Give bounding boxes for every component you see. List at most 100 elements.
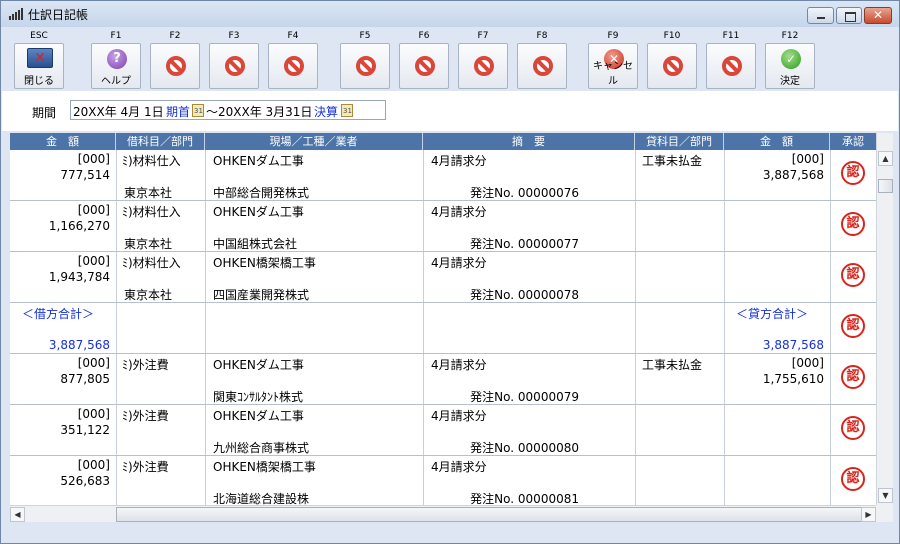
- disabled-icon: [225, 56, 245, 76]
- approval-stamp[interactable]: 認: [841, 314, 865, 338]
- order-number: 発注No. 00000080: [470, 441, 579, 455]
- fkey-label: F10: [663, 31, 681, 41]
- calendar-icon[interactable]: [192, 104, 204, 117]
- vendor-name: 中国組株式会社: [213, 237, 298, 251]
- debit-code: [000]: [77, 254, 110, 268]
- site-name: OHKENダム工事: [213, 409, 304, 423]
- approval-stamp[interactable]: 認: [841, 416, 865, 440]
- credit-code: [000]: [791, 152, 824, 166]
- vendor-name: 北海道総合建設株: [213, 492, 310, 505]
- col-credit-amount[interactable]: 金 額: [724, 133, 830, 150]
- col-memo[interactable]: 摘 要: [423, 133, 635, 150]
- debit-account: ﾐ)材料仕入: [122, 154, 181, 168]
- minimize-button[interactable]: [807, 7, 834, 24]
- f8-button[interactable]: [517, 43, 567, 89]
- close-button[interactable]: 閉じる: [14, 43, 64, 89]
- approval-stamp[interactable]: 認: [841, 365, 865, 389]
- vendor-name: 四国産業開発株式: [213, 288, 310, 302]
- approval-stamp[interactable]: 認: [841, 161, 865, 185]
- debit-code: [000]: [77, 152, 110, 166]
- maximize-button[interactable]: [836, 7, 862, 24]
- cancel-button[interactable]: ✕ キャンセル: [588, 43, 638, 89]
- close-window-button[interactable]: [864, 7, 892, 24]
- vertical-scrollbar[interactable]: ▲ ▼: [876, 133, 893, 505]
- debit-account: ﾐ)材料仕入: [122, 205, 181, 219]
- f6-button[interactable]: [399, 43, 449, 89]
- scroll-down-button[interactable]: ▼: [878, 488, 893, 503]
- debit-amount: 351,122: [60, 423, 110, 437]
- fkey-label: F12: [781, 31, 799, 41]
- col-approval[interactable]: 承認: [830, 133, 876, 150]
- debit-department: 東京本社: [124, 186, 173, 200]
- scroll-corner: [876, 505, 893, 522]
- horizontal-scrollbar[interactable]: ◀ ▶: [10, 505, 876, 522]
- debit-account: ﾐ)外注費: [122, 460, 169, 474]
- col-debit-amount[interactable]: 金 額: [10, 133, 116, 150]
- check-icon: ✓: [781, 49, 801, 69]
- fkey-label: F6: [418, 31, 430, 41]
- f2-button[interactable]: [150, 43, 200, 89]
- order-number: 発注No. 00000077: [470, 237, 579, 251]
- fkey-label: F4: [287, 31, 299, 41]
- close-button-label: 閉じる: [24, 76, 54, 87]
- memo-text: 4月請求分: [431, 205, 487, 219]
- fkey-f8: F8: [515, 31, 569, 89]
- debit-code: [000]: [77, 203, 110, 217]
- site-name: OHKEN橋架橋工事: [213, 460, 316, 474]
- f11-button[interactable]: [706, 43, 756, 89]
- scroll-left-button[interactable]: ◀: [10, 507, 25, 522]
- period-start-date[interactable]: 20XX年 4月 1日: [73, 103, 164, 120]
- fkey-esc: ESC 閉じる: [12, 31, 66, 89]
- f7-button[interactable]: [458, 43, 508, 89]
- f5-button[interactable]: [340, 43, 390, 89]
- debit-code: [000]: [77, 407, 110, 421]
- col-site[interactable]: 現場／工種／業者: [205, 133, 423, 150]
- memo-text: 4月請求分: [431, 460, 487, 474]
- horizontal-scroll-thumb[interactable]: [116, 507, 862, 522]
- vendor-name: 中部総合開発株式: [213, 186, 310, 200]
- disabled-icon: [474, 56, 494, 76]
- scroll-up-button[interactable]: ▲: [878, 151, 893, 166]
- help-icon: ?: [107, 49, 127, 69]
- fkey-f5: F5: [338, 31, 392, 89]
- fkey-f9: F9 ✕ キャンセル: [586, 31, 640, 89]
- fkey-f12: F12 ✓ 決定: [763, 31, 817, 89]
- calendar-icon[interactable]: [341, 104, 353, 117]
- approval-stamp[interactable]: 認: [841, 263, 865, 287]
- f3-button[interactable]: [209, 43, 259, 89]
- credit-account: 工事未払金: [642, 358, 703, 372]
- period-end-date[interactable]: ～20XX年 3月31日: [206, 103, 312, 120]
- period-end-link[interactable]: 決算: [314, 103, 338, 120]
- help-button[interactable]: ? ヘルプ: [91, 43, 141, 89]
- debit-amount: 526,683: [60, 474, 110, 488]
- debit-account: ﾐ)外注費: [122, 358, 169, 372]
- approval-stamp[interactable]: 認: [841, 467, 865, 491]
- app-chart-icon: [9, 8, 23, 20]
- fkey-label: ESC: [30, 31, 48, 41]
- title-bar: 仕訳日記帳: [1, 1, 899, 27]
- scroll-right-button[interactable]: ▶: [861, 507, 876, 522]
- approval-stamp[interactable]: 認: [841, 212, 865, 236]
- debit-account: ﾐ)外注費: [122, 409, 169, 423]
- col-credit-account[interactable]: 貸科目／部門: [635, 133, 724, 150]
- memo-text: 4月請求分: [431, 256, 487, 270]
- period-start-link[interactable]: 期首: [166, 103, 190, 120]
- disabled-icon: [663, 56, 683, 76]
- f4-button[interactable]: [268, 43, 318, 89]
- period-field[interactable]: 20XX年 4月 1日 期首 ～20XX年 3月31日 決算: [70, 100, 386, 120]
- order-number: 発注No. 00000079: [470, 390, 579, 404]
- credit-code: [000]: [791, 356, 824, 370]
- f10-button[interactable]: [647, 43, 697, 89]
- vertical-scroll-thumb[interactable]: [878, 179, 893, 193]
- order-number: 発注No. 00000081: [470, 492, 579, 505]
- fkey-f6: F6: [397, 31, 451, 89]
- fkey-label: F8: [536, 31, 548, 41]
- fkey-f3: F3: [207, 31, 261, 89]
- col-debit-account[interactable]: 借科目／部門: [116, 133, 205, 150]
- confirm-button[interactable]: ✓ 決定: [765, 43, 815, 89]
- debit-amount: 877,805: [60, 372, 110, 386]
- debit-amount: 777,514: [60, 168, 110, 182]
- journal-table: 金 額 借科目／部門 現場／工種／業者 摘 要 貸科目／部門 金 額 承認 [0…: [10, 133, 876, 505]
- period-filter-row: 期間 20XX年 4月 1日 期首 ～20XX年 3月31日 決算: [2, 91, 898, 131]
- credit-total: 3,887,568: [762, 338, 824, 352]
